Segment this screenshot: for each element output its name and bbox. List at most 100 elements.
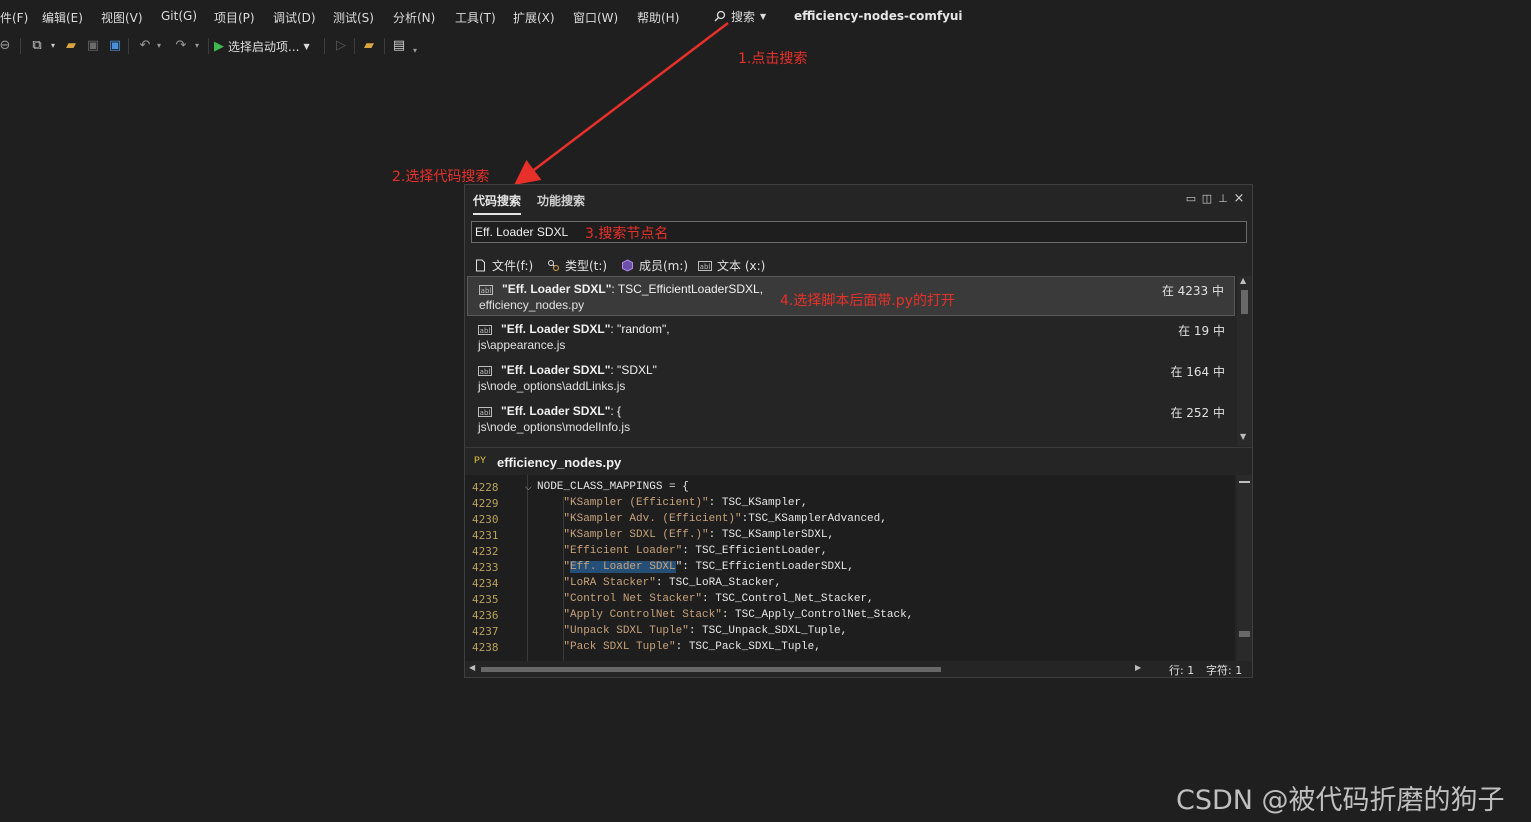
code-search-highlight: Eff. Loader SDXL — [570, 561, 676, 573]
annotation-step2: 2.选择代码搜索 — [392, 169, 490, 185]
result-title: "Eff. Loader SDXL": TSC_EfficientLoaderS… — [502, 282, 763, 296]
code-text: : TSC_Control_Net_Stacker, — [702, 593, 874, 605]
split-icon[interactable]: ◫ — [1201, 193, 1213, 205]
code-line: "KSampler SDXL (Eff.)": TSC_KSamplerSDXL… — [537, 529, 834, 541]
scrollbar-thumb[interactable] — [1241, 290, 1248, 314]
status-char: 字符: 1 — [1206, 664, 1243, 677]
scroll-down-icon[interactable]: ▼ — [1240, 432, 1246, 441]
result-path: js\appearance.js — [478, 338, 566, 352]
annotation-step3: 3.搜索节点名 — [585, 226, 669, 242]
code-search-input[interactable] — [475, 224, 585, 240]
filter-text[interactable]: abl 文本 (x:) — [698, 257, 765, 274]
scroll-right-icon[interactable]: ▶ — [1135, 663, 1141, 672]
status-bar: ◀ ▶ 行: 1 字符: 1 — [465, 661, 1252, 677]
collapse-icon[interactable]: ⌵ — [525, 483, 532, 493]
text-match-icon: abl — [479, 285, 493, 295]
code-line: NODE_CLASS_MAPPINGS = { — [537, 481, 689, 493]
scroll-up-icon[interactable]: ▲ — [1240, 276, 1246, 285]
result-location: 在 252 中 — [1170, 406, 1225, 420]
result-path: efficiency_nodes.py — [479, 298, 585, 312]
line-number: 4229 — [472, 497, 499, 510]
search-result-row[interactable]: abl "Eff. Loader SDXL": "random", js\app… — [467, 317, 1235, 357]
results-scrollbar[interactable]: ▲ ▼ — [1237, 276, 1252, 446]
result-location: 在 19 中 — [1178, 324, 1225, 338]
code-text: : TSC_EfficientLoader, — [682, 545, 828, 557]
result-location: 在 164 中 — [1170, 365, 1225, 379]
text-match-icon: abl — [478, 407, 492, 417]
code-string: "LoRA Stacker" — [563, 577, 656, 589]
code-line: "Efficient Loader": TSC_EfficientLoader, — [537, 545, 827, 557]
tab-feature-search[interactable]: 功能搜索 — [537, 192, 585, 209]
code-line: "Control Net Stacker": TSC_Control_Net_S… — [537, 593, 874, 605]
search-result-row[interactable]: abl "Eff. Loader SDXL": "SDXL" js\node_o… — [467, 358, 1235, 398]
search-results-list: abl "Eff. Loader SDXL": TSC_EfficientLoa… — [467, 276, 1235, 446]
line-number: 4237 — [472, 625, 499, 638]
scrollbar-thumb[interactable] — [1239, 481, 1250, 483]
code-string: "Unpack SDXL Tuple" — [563, 625, 689, 637]
scroll-left-icon[interactable]: ◀ — [469, 663, 475, 672]
code-string: "Control Net Stacker" — [563, 593, 703, 605]
result-path: js\node_options\addLinks.js — [478, 379, 626, 393]
annotation-step4: 4.选择脚本后面带.py的打开 — [780, 293, 955, 309]
code-string: "KSampler (Efficient)" — [563, 497, 709, 509]
preview-file-name[interactable]: efficiency_nodes.py — [497, 455, 621, 470]
code-text: : TSC_KSamplerSDXL, — [708, 529, 835, 541]
line-number: 4235 — [472, 593, 499, 606]
code-string: "KSampler SDXL (Eff.)" — [563, 529, 709, 541]
result-key: "Eff. Loader SDXL" — [502, 282, 612, 296]
close-icon[interactable]: × — [1233, 192, 1245, 205]
filter-type[interactable]: 类型(t:) — [547, 257, 607, 274]
code-line: "Apply ControlNet Stack": TSC_Apply_Cont… — [537, 609, 913, 621]
member-cube-icon — [622, 259, 633, 272]
result-key: "Eff. Loader SDXL" — [501, 363, 611, 377]
result-path: js\node_options\modelInfo.js — [478, 420, 631, 434]
code-preview[interactable]: ⌵ 4228 NODE_CLASS_MAPPINGS = { 4229 "KSamp… — [465, 475, 1235, 661]
filter-member-label: 成员(m:) — [639, 259, 689, 273]
status-line: 行: 1 — [1169, 664, 1195, 677]
file-icon — [476, 259, 485, 272]
code-line: "Unpack SDXL Tuple": TSC_Unpack_SDXL_Tup… — [537, 625, 847, 637]
preview-header: PY efficiency_nodes.py — [465, 447, 1252, 476]
scroll-marker — [1239, 631, 1250, 637]
result-rest: : "SDXL" — [610, 363, 657, 377]
code-line: "KSampler (Efficient)": TSC_KSampler, — [537, 497, 808, 509]
search-result-row[interactable]: abl "Eff. Loader SDXL": { js\node_option… — [467, 399, 1235, 439]
search-result-row[interactable]: abl "Eff. Loader SDXL": TSC_EfficientLoa… — [467, 276, 1235, 316]
line-number: 4230 — [472, 513, 499, 526]
filter-file[interactable]: 文件(f:) — [474, 257, 533, 274]
tab-code-search[interactable]: 代码搜索 — [473, 192, 522, 215]
code-scrollbar[interactable] — [1237, 475, 1252, 661]
filter-type-label: 类型(t:) — [565, 259, 608, 273]
indent-guide — [527, 475, 528, 661]
line-number: 4236 — [472, 609, 499, 622]
dock-icon[interactable]: ▭ — [1185, 193, 1197, 205]
code-text: : TSC_KSampler, — [708, 497, 808, 509]
arrow-step1-to-step2 — [514, 22, 729, 186]
code-line: "KSampler Adv. (Efficient)":TSC_KSampler… — [537, 513, 886, 525]
code-text: : TSC_Pack_SDXL_Tuple, — [675, 641, 821, 653]
result-key: "Eff. Loader SDXL" — [501, 404, 611, 418]
annotation-step1: 1.点击搜索 — [738, 51, 808, 67]
line-number: 4232 — [472, 545, 499, 558]
code-line: "LoRA Stacker": TSC_LoRA_Stacker, — [537, 577, 781, 589]
code-line: "Eff. Loader SDXL": TSC_EfficientLoaderS… — [537, 561, 854, 573]
line-number: 4234 — [472, 577, 499, 590]
code-text: NODE_CLASS_MAPPINGS = { — [537, 481, 689, 493]
python-file-icon: PY — [474, 456, 487, 467]
filter-member[interactable]: 成员(m:) — [621, 257, 688, 274]
code-search-box[interactable]: 3.搜索节点名 — [471, 221, 1247, 243]
result-title: "Eff. Loader SDXL": { — [501, 404, 621, 418]
result-rest: : TSC_EfficientLoaderSDXL, — [611, 282, 764, 296]
code-string: "Pack SDXL Tuple" — [563, 641, 676, 653]
pin-icon[interactable]: ⊥ — [1217, 193, 1229, 205]
horizontal-scrollbar-thumb[interactable] — [481, 667, 941, 672]
code-text: : TSC_Apply_ControlNet_Stack, — [721, 609, 914, 621]
line-number: 4231 — [472, 529, 499, 542]
result-rest: : { — [610, 404, 622, 418]
line-number: 4228 — [472, 481, 499, 494]
